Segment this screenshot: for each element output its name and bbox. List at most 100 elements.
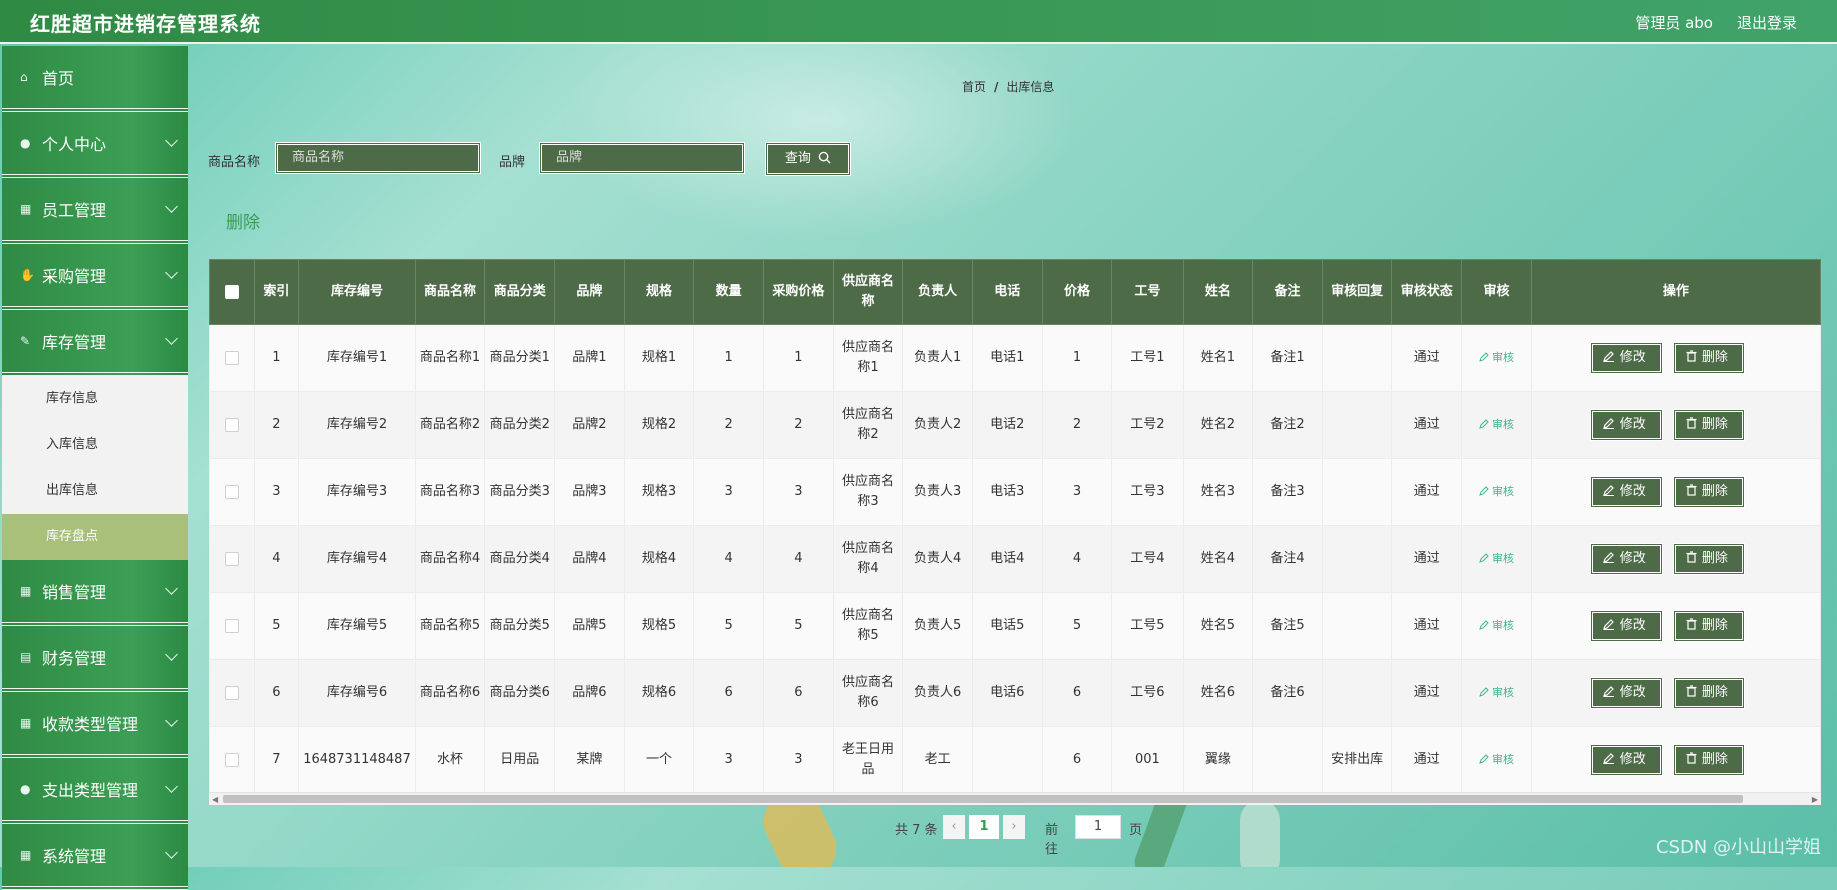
table-cell: 6 xyxy=(1041,659,1113,727)
edit-button-label: 修改 xyxy=(1619,752,1646,767)
table-cell: 通过 xyxy=(1391,726,1463,794)
table-cell: 商品名称6 xyxy=(414,659,486,727)
product-name-input[interactable]: 商品名称 xyxy=(275,142,481,174)
scroll-right-icon[interactable]: ▶ xyxy=(1812,795,1818,804)
row-checkbox[interactable] xyxy=(224,551,239,566)
breadcrumb: 首页 / 出库信息 xyxy=(962,78,1054,95)
audit-link[interactable]: 审核 xyxy=(1479,619,1514,632)
sidebar-item-2[interactable]: ▦ 员工管理 xyxy=(2,178,188,244)
delete-button[interactable]: 删除 xyxy=(1672,744,1745,776)
submenu-item[interactable]: 出库信息 xyxy=(2,468,188,514)
current-page[interactable]: 1 xyxy=(969,815,999,839)
table-cell: 规格5 xyxy=(623,592,695,660)
submenu-item[interactable]: 库存信息 xyxy=(2,376,188,422)
select-all-checkbox[interactable] xyxy=(224,284,239,299)
brand-input[interactable]: 品牌 xyxy=(539,142,745,174)
table-cell: 工号5 xyxy=(1111,592,1184,660)
edit-button[interactable]: 修改 xyxy=(1589,342,1663,374)
horizontal-scrollbar[interactable]: ◀ ▶ xyxy=(209,792,1821,805)
audit-link[interactable]: 审核 xyxy=(1479,753,1514,766)
sidebar-item-7[interactable]: ▦ 收款类型管理 xyxy=(2,692,188,758)
sidebar-item-3[interactable]: ✋ 采购管理 xyxy=(2,244,188,310)
audit-cell: 审核 xyxy=(1461,726,1532,794)
chevron-down-icon xyxy=(165,332,178,345)
row-checkbox[interactable] xyxy=(224,618,239,633)
sidebar-item-4[interactable]: ✎ 库存管理 xyxy=(2,310,188,376)
sidebar-item-5[interactable]: ▦ 销售管理 xyxy=(2,560,188,626)
delete-button[interactable]: 删除 xyxy=(1672,543,1745,575)
table-cell: 老王日用品 xyxy=(832,726,904,794)
breadcrumb-home[interactable]: 首页 xyxy=(962,80,986,94)
table-cell: 商品分类1 xyxy=(484,324,556,392)
table-cell: 电话1 xyxy=(971,324,1043,392)
column-header: 姓名 xyxy=(1182,259,1254,325)
table-cell: 3 xyxy=(693,726,764,794)
edit-button-label: 修改 xyxy=(1619,618,1646,633)
edit-button[interactable]: 修改 xyxy=(1589,476,1663,508)
row-checkbox[interactable] xyxy=(224,484,239,499)
table-row: 7 1648731148487 水杯 日用品 某牌 一个 3 3 老王日用品 老工 6 001 翼缘 安排… xyxy=(209,726,1821,794)
row-checkbox[interactable] xyxy=(224,417,239,432)
audit-link[interactable]: 审核 xyxy=(1479,351,1514,364)
audit-cell: 审核 xyxy=(1461,458,1532,526)
audit-link[interactable]: 审核 xyxy=(1479,686,1514,699)
sidebar-item-label: 首页 xyxy=(42,69,75,88)
delete-button[interactable]: 删除 xyxy=(1672,677,1745,709)
sidebar-item-8[interactable]: ● 支出类型管理 xyxy=(2,758,188,824)
delete-button-label: 删除 xyxy=(1701,350,1728,365)
chevron-down-icon xyxy=(165,266,178,279)
sidebar-item-0[interactable]: ⌂ 首页 xyxy=(2,46,188,112)
column-header: 商品名称 xyxy=(414,259,486,325)
row-checkbox[interactable] xyxy=(224,685,239,700)
audit-link[interactable]: 审核 xyxy=(1479,418,1514,431)
delete-button[interactable]: 删除 xyxy=(1672,342,1745,374)
row-checkbox[interactable] xyxy=(224,752,239,767)
prev-page-button[interactable]: ‹ xyxy=(943,815,965,839)
delete-button[interactable]: 删除 xyxy=(1672,476,1745,508)
audit-link[interactable]: 审核 xyxy=(1479,485,1514,498)
trash-icon xyxy=(1686,350,1697,362)
table-cell: 老工 xyxy=(902,726,973,794)
search-button[interactable]: 查询 xyxy=(765,142,851,176)
next-page-button[interactable]: › xyxy=(1003,815,1025,839)
sidebar-item-6[interactable]: ▤ 财务管理 xyxy=(2,626,188,692)
delete-button-label: 删除 xyxy=(1701,618,1728,633)
scroll-left-icon[interactable]: ◀ xyxy=(212,795,218,804)
table-cell: 备注3 xyxy=(1252,458,1323,526)
table-cell: 负责人1 xyxy=(902,324,973,392)
sidebar-item-9[interactable]: ▦ 系统管理 xyxy=(2,824,188,890)
table-cell: 4 xyxy=(1041,525,1113,593)
table-cell: 库存编号4 xyxy=(298,525,416,593)
table-cell: 姓名6 xyxy=(1182,659,1254,727)
pencil-icon xyxy=(1479,419,1489,429)
search-button-label: 查询 xyxy=(784,151,811,166)
batch-delete-link[interactable]: 删除 xyxy=(226,208,260,233)
table-cell xyxy=(1321,458,1393,526)
operations-cell: 修改 删除 xyxy=(1530,525,1821,593)
edit-button[interactable]: 修改 xyxy=(1589,409,1663,441)
table-cell: 品牌6 xyxy=(554,659,625,727)
sidebar-item-1[interactable]: ● 个人中心 xyxy=(2,112,188,178)
table-row: 5 库存编号5 商品名称5 商品分类5 品牌5 规格5 5 5 供应商名称5 负责人5 电话5 5 工号… xyxy=(209,592,1821,660)
delete-button[interactable]: 删除 xyxy=(1672,409,1745,441)
audit-link[interactable]: 审核 xyxy=(1479,552,1514,565)
scrollbar-thumb[interactable] xyxy=(223,795,1743,803)
delete-button[interactable]: 删除 xyxy=(1672,610,1745,642)
logout-link[interactable]: 退出登录 xyxy=(1737,12,1797,33)
edit-button[interactable]: 修改 xyxy=(1589,610,1663,642)
edit-button[interactable]: 修改 xyxy=(1589,677,1663,709)
goto-page-input[interactable]: 1 xyxy=(1075,815,1121,839)
edit-button[interactable]: 修改 xyxy=(1589,543,1663,575)
pencil-icon xyxy=(1479,352,1489,362)
top-header: 红胜超市进销存管理系统 管理员 abo 退出登录 xyxy=(0,0,1837,44)
edit-button[interactable]: 修改 xyxy=(1589,744,1663,776)
submenu-item[interactable]: 库存盘点 xyxy=(2,514,188,560)
column-header: 负责人 xyxy=(902,259,973,325)
submenu-item[interactable]: 入库信息 xyxy=(2,422,188,468)
row-select-cell xyxy=(209,659,255,727)
audit-cell: 审核 xyxy=(1461,659,1532,727)
table-cell: 2 xyxy=(253,391,300,459)
current-user: 管理员 abo xyxy=(1635,14,1713,32)
table-cell: 4 xyxy=(253,525,300,593)
row-checkbox[interactable] xyxy=(224,350,239,365)
